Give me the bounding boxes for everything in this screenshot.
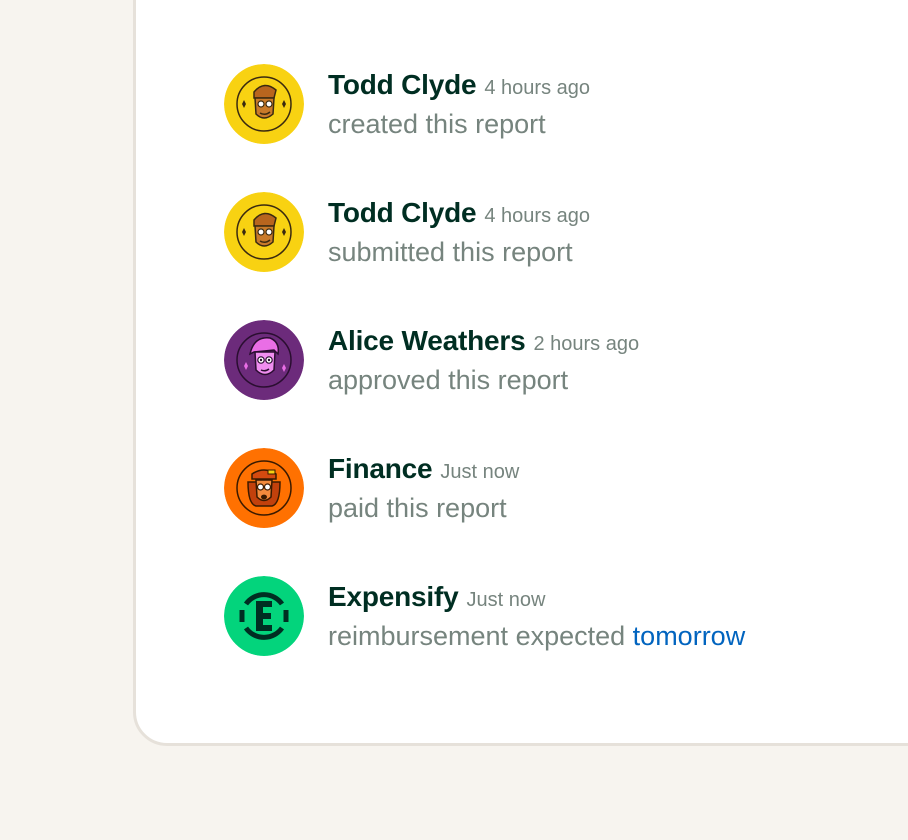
- actor-name: Todd Clyde: [328, 69, 477, 100]
- action-text-body: reimbursement expected: [328, 621, 626, 651]
- timestamp: Just now: [440, 461, 520, 483]
- activity-text: Finance Just now paid this report: [328, 450, 894, 526]
- actor-name: Expensify: [328, 581, 459, 612]
- activity-item: Todd Clyde 4 hours ago submitted this rep…: [224, 192, 894, 272]
- activity-text: Expensify Just now reimbursement expected…: [328, 578, 894, 654]
- activity-item: Todd Clyde 4 hours ago created this repor…: [224, 64, 894, 144]
- action-text: reimbursement expected tomorrow: [328, 618, 894, 654]
- expensify-logo-icon[interactable]: [224, 576, 304, 656]
- finance-avatar-icon[interactable]: [224, 448, 304, 528]
- timestamp: 4 hours ago: [484, 77, 591, 99]
- timestamp: Just now: [466, 589, 546, 611]
- activity-item: Alice Weathers 2 hours ago approved this …: [224, 320, 894, 400]
- todd-clyde-avatar-icon[interactable]: [224, 192, 304, 272]
- action-text: paid this report: [328, 493, 507, 523]
- activity-text: Todd Clyde 4 hours ago submitted this rep…: [328, 194, 894, 270]
- tomorrow-link[interactable]: tomorrow: [633, 621, 746, 651]
- activity-item: Finance Just now paid this report: [224, 448, 894, 528]
- actor-name: Finance: [328, 453, 433, 484]
- activity-text: Todd Clyde 4 hours ago created this repor…: [328, 66, 894, 142]
- timestamp: 2 hours ago: [533, 333, 640, 355]
- actor-name: Todd Clyde: [328, 197, 477, 228]
- timestamp: 4 hours ago: [484, 205, 591, 227]
- action-text: submitted this report: [328, 237, 573, 267]
- action-text: created this report: [328, 109, 546, 139]
- action-text: approved this report: [328, 365, 569, 395]
- activity-item: Expensify Just now reimbursement expected…: [224, 576, 894, 656]
- activity-feed: Todd Clyde 4 hours ago created this repor…: [224, 64, 894, 704]
- actor-name: Alice Weathers: [328, 325, 526, 356]
- alice-weathers-avatar-icon[interactable]: [224, 320, 304, 400]
- todd-clyde-avatar-icon[interactable]: [224, 64, 304, 144]
- activity-text: Alice Weathers 2 hours ago approved this …: [328, 322, 894, 398]
